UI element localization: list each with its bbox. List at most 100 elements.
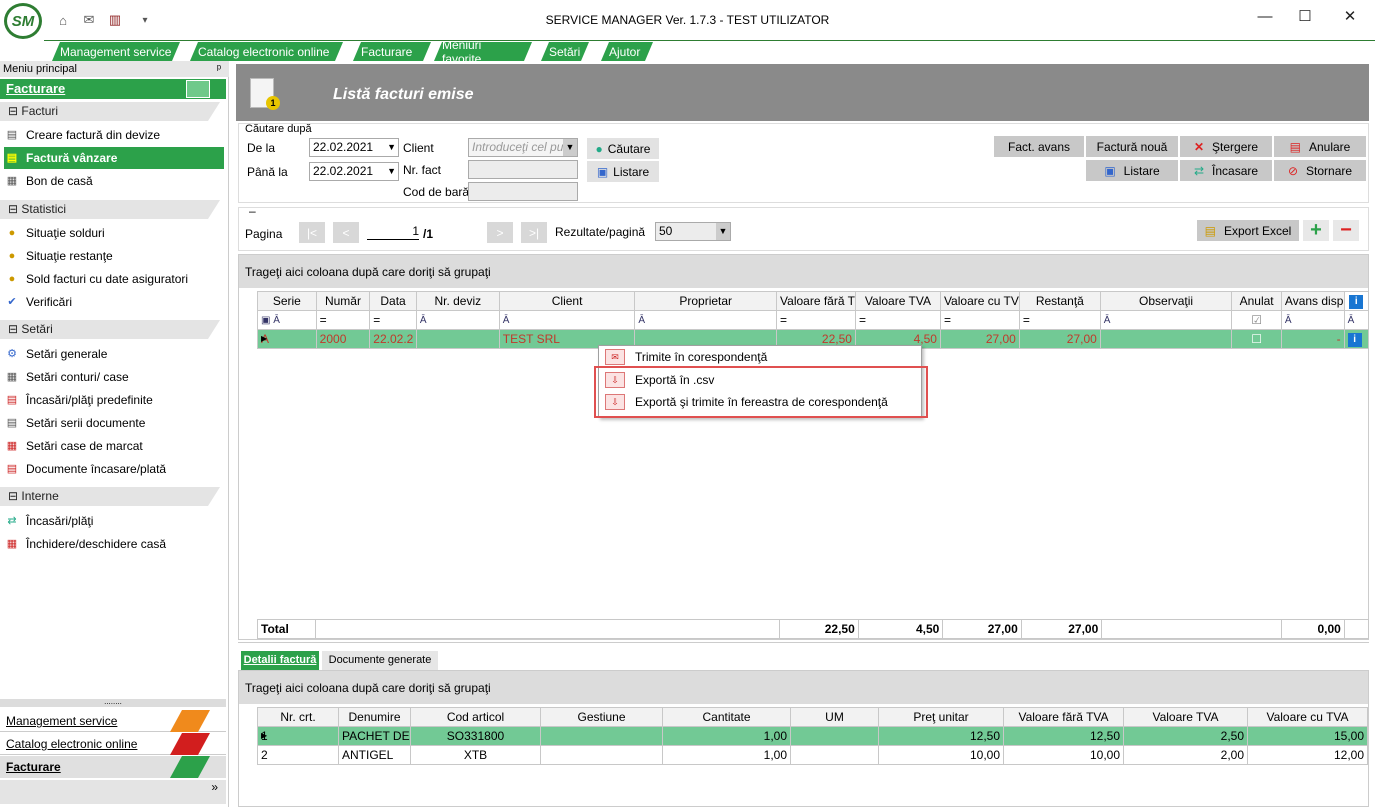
cell-pret-unitar[interactable]: 12,50 (878, 726, 1004, 746)
filter-observatii[interactable]: Ā (1099, 310, 1233, 330)
sidebar-splitter[interactable]: ........ (0, 698, 226, 707)
filter-info[interactable]: Ā (1343, 310, 1370, 330)
cell-nr-crt[interactable]: 1 (257, 726, 339, 746)
filter-restanta[interactable]: = (1018, 310, 1101, 330)
section-statistici[interactable]: ⊟ Statistici (0, 200, 220, 219)
cell-tva[interactable]: 2,50 (1123, 726, 1248, 746)
next-page-button[interactable]: > (487, 222, 513, 243)
col-valoare-cu-tva[interactable]: Valoare cu TVA (1247, 707, 1368, 727)
col-nr-crt[interactable]: Nr. crt. (257, 707, 339, 727)
menu-management-service[interactable]: Management service (52, 42, 180, 61)
filter-numar[interactable]: = (315, 310, 371, 330)
maximize-button[interactable]: ☐ (1290, 6, 1320, 26)
nrfact-field[interactable] (468, 160, 578, 179)
col-cantitate[interactable]: Cantitate (662, 707, 791, 727)
col-anulat[interactable]: Anulat (1231, 291, 1282, 311)
incasare-button[interactable]: ⇄ Încasare (1180, 160, 1272, 181)
cell-um[interactable] (790, 745, 879, 765)
menu-catalog-electronic[interactable]: Catalog electronic online (190, 42, 343, 61)
cell-avans[interactable]: - (1280, 329, 1345, 349)
sidebar-item-factura-vanzare[interactable]: ▤ Factură vânzare (4, 147, 224, 169)
sidebar-item-sold-asiguratori[interactable]: ● Sold facturi cu date asiguratori (4, 268, 226, 290)
table-row[interactable]: 1 PACHET DE SO331800 1,00 12,50 12,50 2,… (257, 726, 1368, 746)
cell-denumire[interactable]: PACHET DE (338, 726, 411, 746)
filter-deviz[interactable]: Ā (415, 310, 500, 330)
filter-avans[interactable]: Ā (1280, 310, 1345, 330)
menu-facturare[interactable]: Facturare (353, 42, 431, 61)
sidebar-item-case-marcat[interactable]: ▦ Setări case de marcat (4, 435, 226, 457)
page-number-field[interactable]: 1 (367, 224, 419, 240)
col-valoare-tva[interactable]: Valoare TVA (1123, 707, 1248, 727)
close-button[interactable]: ✕ (1335, 6, 1365, 26)
col-um[interactable]: UM (790, 707, 879, 727)
section-setari[interactable]: ⊟ Setări (0, 320, 220, 339)
section-facturi[interactable]: ⊟ Facturi (0, 102, 220, 121)
col-nr-deviz[interactable]: Nr. deviz (415, 291, 500, 311)
menu-ajutor[interactable]: Ajutor (601, 42, 653, 61)
filter-client[interactable]: Ā (498, 310, 636, 330)
sidebar-item-verificari[interactable]: ✔ Verificări (4, 291, 226, 313)
cell-um[interactable] (790, 726, 879, 746)
add-row-button[interactable]: + (1303, 219, 1329, 241)
sidebar-item-situatie-restante[interactable]: ● Situaţie restanţe (4, 245, 226, 267)
col-restanta[interactable]: Restanţă (1018, 291, 1101, 311)
cell-observatii[interactable] (1099, 329, 1233, 349)
cell-vct[interactable]: 12,00 (1247, 745, 1368, 765)
client-dropdown-icon[interactable]: ▼ (563, 139, 577, 156)
filter-data[interactable]: = (369, 310, 417, 330)
col-client[interactable]: Client (498, 291, 636, 311)
menu-setari[interactable]: Setări (541, 42, 589, 61)
to-date-field[interactable]: 22.02.2021 ▼ (309, 162, 399, 181)
date-dropdown-icon[interactable]: ▼ (387, 139, 396, 156)
filter-vft[interactable]: = (776, 310, 856, 330)
cell-data[interactable]: 22.02.2 (369, 329, 417, 349)
client-field[interactable]: Introduceţi cel pu ▼ (468, 138, 578, 157)
col-data[interactable]: Data (369, 291, 417, 311)
col-pret-unitar[interactable]: Preţ unitar (878, 707, 1004, 727)
remove-row-button[interactable]: − (1333, 219, 1359, 241)
export-excel-button[interactable]: ▤ Export Excel (1197, 220, 1299, 241)
search-button[interactable]: ● Căutare (587, 138, 659, 159)
first-page-button[interactable]: |< (299, 222, 325, 243)
filter-serie[interactable]: ▣ Ā (257, 310, 317, 330)
pin-icon[interactable]: ᵖ (217, 61, 221, 77)
cell-cod-articol[interactable]: XTB (410, 745, 541, 765)
cell-cantitate[interactable]: 1,00 (662, 726, 791, 746)
tab-documente-generate[interactable]: Documente generate (322, 651, 438, 670)
search-list-button[interactable]: ▣ Listare (587, 161, 659, 182)
listare-button[interactable]: ▣ Listare (1086, 160, 1178, 181)
filter-proprietar[interactable]: Ā (634, 310, 778, 330)
cell-vft[interactable]: 10,00 (1003, 745, 1124, 765)
sidebar-item-situatie-solduri[interactable]: ● Situaţie solduri (4, 222, 226, 244)
sidebar-item-setari-conturi[interactable]: ▦ Setări conturi/ case (4, 366, 226, 388)
fact-avans-button[interactable]: Fact. avans (994, 136, 1084, 157)
per-page-dropdown-icon[interactable]: ▼ (716, 223, 730, 240)
cell-restanta[interactable]: 27,00 (1018, 329, 1101, 349)
col-gestiune[interactable]: Gestiune (540, 707, 663, 727)
table-row[interactable]: 2 ANTIGEL XTB 1,00 10,00 10,00 2,00 12,0… (257, 745, 1368, 765)
section-interne[interactable]: ⊟ Interne (0, 487, 220, 506)
col-avans-disp[interactable]: Avans disp (1280, 291, 1345, 311)
sidebar-item-inchidere-casa[interactable]: ▦ Închidere/deschidere casă (4, 533, 226, 555)
last-page-button[interactable]: >| (521, 222, 547, 243)
stergere-button[interactable]: ✕ Ştergere (1180, 136, 1272, 157)
collapse-toggle[interactable]: – (249, 204, 256, 218)
cell-numar[interactable]: 2000 (315, 329, 371, 349)
barcode-field[interactable] (468, 182, 578, 201)
cell-nr-crt[interactable]: 2 (257, 745, 339, 765)
cell-gestiune[interactable] (540, 745, 663, 765)
sidebar-item-serii-documente[interactable]: ▤ Setări serii documente (4, 412, 226, 434)
col-serie[interactable]: Serie (257, 291, 317, 311)
sidebar-item-documente-incasare[interactable]: ▤ Documente încasare/plată (4, 458, 226, 480)
cell-gestiune[interactable] (540, 726, 663, 746)
prev-page-button[interactable]: < (333, 222, 359, 243)
col-valoare-tva[interactable]: Valoare TVA (854, 291, 941, 311)
cell-vct[interactable]: 27,00 (939, 329, 1020, 349)
splitter[interactable] (238, 642, 1369, 646)
from-date-field[interactable]: 22.02.2021 ▼ (309, 138, 399, 157)
col-valoare-fara-tva[interactable]: Valoare fără TVA (1003, 707, 1124, 727)
sidebar-item-incasari-plati[interactable]: ⇄ Încasări/plăţi (4, 510, 226, 532)
cell-vct[interactable]: 15,00 (1247, 726, 1368, 746)
col-observatii[interactable]: Observaţii (1099, 291, 1233, 311)
col-cod-articol[interactable]: Cod articol (410, 707, 541, 727)
